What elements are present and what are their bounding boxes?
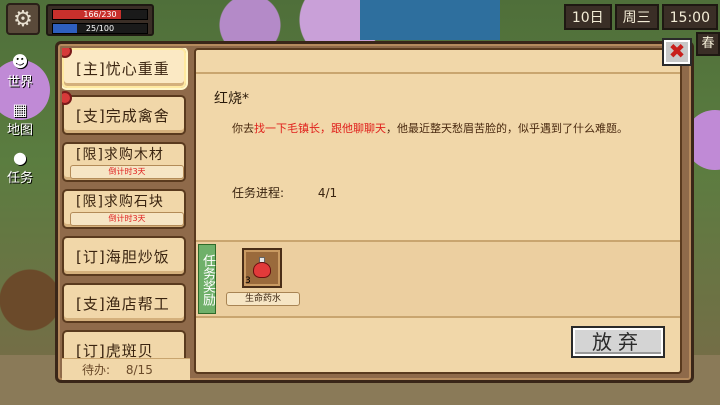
- quest-name: [支]完成禽舍: [76, 106, 170, 125]
- quest-description: 你去找一下毛镇长，跟他聊聊天，他最近整天愁眉苦脸的，似乎遇到了什么难题。: [232, 120, 628, 136]
- time-label: 15:00: [661, 4, 718, 30]
- new-badge-icon: [62, 91, 72, 105]
- detail-header-strip: [196, 50, 680, 74]
- desc-text: 你去: [232, 122, 254, 135]
- side-nav-quest[interactable]: ● 任务: [0, 142, 40, 186]
- quest-pin-icon: ●: [13, 148, 27, 167]
- reward-item-name: 生命药水: [226, 292, 300, 306]
- quest-list-item[interactable]: [主]忧心重重: [62, 48, 188, 90]
- side-nav-world[interactable]: ☻ 世界: [0, 46, 40, 90]
- mp-bar: 25/100: [52, 23, 148, 34]
- progress-label: 任务进程:: [232, 186, 285, 200]
- reward-section: 任务奖励 3 生命药水: [196, 240, 680, 318]
- side-nav-label: 地图: [6, 123, 33, 138]
- settings-gear-icon[interactable]: ⚙: [6, 3, 40, 35]
- quest-name: [限]求购石块: [76, 193, 164, 210]
- quest-list-item[interactable]: [限]求购木材 倒计时3天: [62, 142, 186, 182]
- reward-tab: 任务奖励: [198, 244, 216, 314]
- quest-title: 红烧*: [214, 91, 249, 107]
- side-nav-label: 任务: [6, 171, 33, 186]
- hp-bar: 166/230: [52, 9, 148, 20]
- pending-label: 待办:: [82, 363, 111, 377]
- side-nav-map[interactable]: ▦ 地图: [0, 94, 40, 138]
- season-label: 春: [696, 32, 720, 56]
- new-badge-icon: [62, 48, 72, 58]
- desc-text: ，他最近整天愁眉苦脸的，似乎遇到了什么难题。: [386, 122, 628, 135]
- close-icon[interactable]: ✖: [662, 38, 692, 66]
- weekday-label: 周三: [614, 4, 659, 30]
- side-nav-label: 世界: [6, 75, 33, 90]
- quest-name: [限]求购木材: [76, 146, 164, 163]
- progress-value: 4/1: [317, 186, 338, 200]
- quest-name: [支]渔店帮工: [76, 294, 170, 313]
- pending-value: 8/15: [125, 363, 153, 377]
- water-tile: [360, 0, 500, 40]
- quest-timer: 倒计时3天: [70, 164, 184, 179]
- abandon-button[interactable]: 放弃: [571, 326, 665, 358]
- quest-list-item[interactable]: [支]完成禽舍: [62, 91, 186, 135]
- reward-qty: 3: [245, 276, 251, 286]
- map-icon: ▦: [12, 100, 28, 119]
- quest-list-item[interactable]: [订]海胆炒饭: [62, 236, 186, 276]
- quest-list[interactable]: [主]忧心重重 [支]完成禽舍 [限]求购木材 倒计时3天 [限]求购石块 倒计时3天 [订…: [62, 48, 190, 383]
- reward-item-slot[interactable]: 3: [242, 248, 282, 288]
- people-icon: ☻: [11, 52, 29, 71]
- pending-count: 待办: 8/15: [62, 358, 190, 380]
- health-potion-icon: [253, 257, 271, 278]
- quest-detail: 红烧* 你去找一下毛镇长，跟他聊聊天，他最近整天愁眉苦脸的，似乎遇到了什么难题。…: [194, 48, 682, 374]
- quest-name: [主]忧心重重: [76, 59, 170, 78]
- day-label: 10日: [563, 4, 612, 30]
- status-bars: 166/230 25/100: [46, 4, 154, 36]
- quest-timer: 倒计时3天: [70, 211, 184, 226]
- desc-highlight: 找一下毛镇长，跟他聊聊天: [254, 122, 386, 135]
- quest-name: [订]海胆炒饭: [76, 247, 170, 266]
- quest-list-item[interactable]: [支]渔店帮工: [62, 283, 186, 323]
- hp-text: 166/230: [83, 10, 117, 19]
- quest-list-item[interactable]: [限]求购石块 倒计时3天: [62, 189, 186, 229]
- clock-panel: 10日 周三 15:00: [563, 4, 718, 30]
- mp-text: 25/100: [85, 24, 115, 33]
- quest-progress: 任务进程: 4/1: [232, 184, 337, 201]
- side-nav: ☻ 世界 ▦ 地图 ● 任务: [0, 46, 40, 190]
